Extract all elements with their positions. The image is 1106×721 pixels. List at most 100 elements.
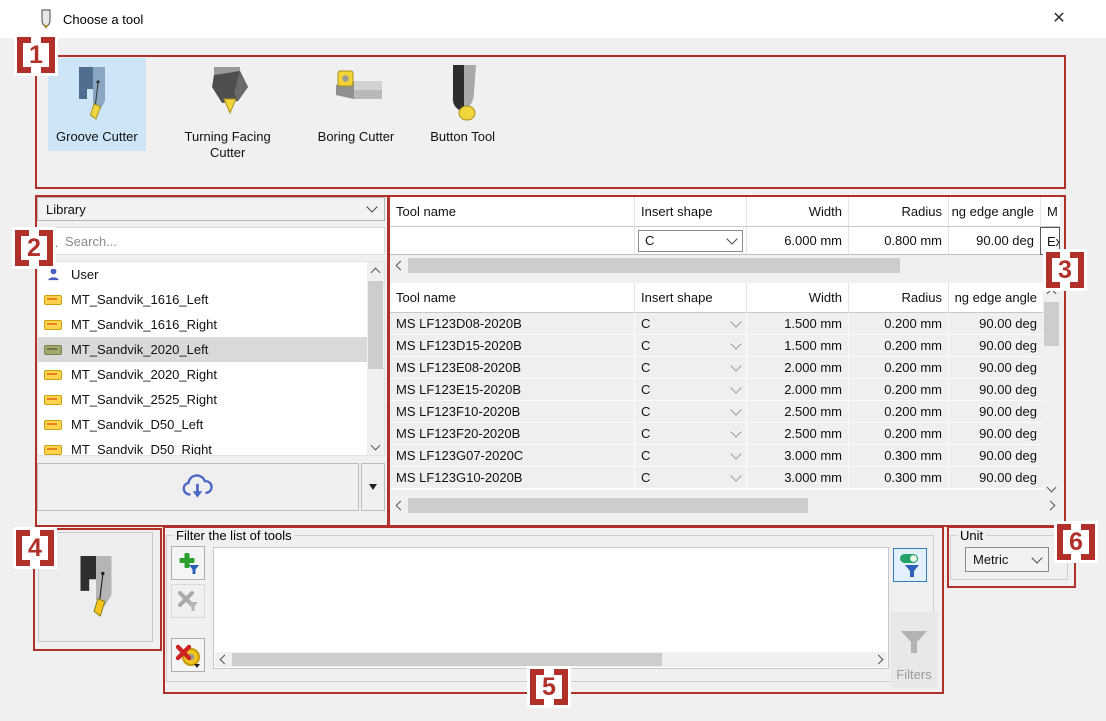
insert-shape-cell[interactable]: C [634, 445, 746, 467]
table-row[interactable]: MS LF123D15-2020B C 1.500 mm 0.200 mm 90… [390, 335, 1043, 357]
unit-combo[interactable]: Metric [965, 547, 1049, 572]
add-filter-button[interactable] [171, 546, 205, 580]
download-options-button[interactable] [361, 463, 385, 511]
insert-shape-combo[interactable]: C [638, 230, 743, 252]
table-row[interactable]: MS LF123E15-2020B C 2.000 mm 0.200 mm 90… [390, 379, 1043, 401]
tool-name-cell[interactable]: MS LF123G07-2020C [390, 445, 634, 467]
library-tree-item[interactable]: MT_Sandvik_1616_Right [38, 312, 384, 337]
scroll-up-icon[interactable] [367, 262, 384, 279]
tool-name-cell[interactable]: MS LF123F10-2020B [390, 401, 634, 423]
edge-angle-cell[interactable]: 90.00 deg [948, 335, 1043, 357]
radius-cell[interactable]: 0.200 mm [848, 401, 948, 423]
column-header[interactable]: Tool name [390, 283, 634, 313]
radius-cell[interactable]: 0.200 mm [848, 335, 948, 357]
table-row[interactable]: MS LF123G10-2020B C 3.000 mm 0.300 mm 90… [390, 467, 1043, 489]
filter-tool-name-cell[interactable] [390, 227, 634, 255]
filter-radius-cell[interactable]: 0.800 mm [848, 227, 948, 255]
scroll-up-icon[interactable] [1043, 283, 1060, 300]
filter-table-hscrollbar[interactable] [390, 257, 1060, 274]
radius-cell[interactable]: 0.200 mm [848, 357, 948, 379]
radius-cell[interactable]: 0.300 mm [848, 467, 948, 489]
insert-shape-cell[interactable]: C [634, 401, 746, 423]
library-tree-item[interactable]: MT_Sandvik_D50_Right [38, 437, 384, 456]
width-cell[interactable]: 2.000 mm [746, 379, 848, 401]
table-row[interactable]: MS LF123D08-2020B C 1.500 mm 0.200 mm 90… [390, 313, 1043, 335]
scroll-down-icon[interactable] [1043, 480, 1060, 497]
library-tree-item[interactable]: MT_Sandvik_2525_Right [38, 387, 384, 412]
width-cell[interactable]: 2.500 mm [746, 401, 848, 423]
column-header[interactable]: Tool name [390, 197, 634, 227]
radius-cell[interactable]: 0.200 mm [848, 313, 948, 335]
library-tree-item[interactable]: MT_Sandvik_2020_Right [38, 362, 384, 387]
tool-name-cell[interactable]: MS LF123E08-2020B [390, 357, 634, 379]
column-header[interactable]: Width [746, 283, 848, 313]
tools-table-vscrollbar[interactable] [1043, 283, 1060, 497]
column-header[interactable]: Radius [848, 197, 948, 227]
edge-angle-cell[interactable]: 90.00 deg [948, 379, 1043, 401]
edge-angle-cell[interactable]: 90.00 deg [948, 423, 1043, 445]
scroll-thumb[interactable] [1044, 302, 1059, 346]
table-row[interactable]: MS LF123G07-2020C C 3.000 mm 0.300 mm 90… [390, 445, 1043, 467]
tool-name-cell[interactable]: MS LF123D15-2020B [390, 335, 634, 357]
insert-shape-cell[interactable]: C [634, 379, 746, 401]
radius-cell[interactable]: 0.200 mm [848, 423, 948, 445]
insert-shape-cell[interactable]: C [634, 467, 746, 489]
width-cell[interactable]: 3.000 mm [746, 445, 848, 467]
scroll-down-icon[interactable] [367, 438, 384, 455]
library-tree-item[interactable]: MT_Sandvik_D50_Left [38, 412, 384, 437]
tool-type-boring-cutter[interactable]: Boring Cutter [310, 58, 403, 151]
width-cell[interactable]: 3.000 mm [746, 467, 848, 489]
scroll-thumb[interactable] [408, 498, 808, 513]
table-row[interactable]: MS LF123F10-2020B C 2.500 mm 0.200 mm 90… [390, 401, 1043, 423]
toggle-filter-button[interactable] [893, 548, 927, 582]
column-header[interactable]: Radius [848, 283, 948, 313]
filter-width-cell[interactable]: 6.000 mm [746, 227, 848, 255]
clear-filters-button[interactable] [171, 638, 205, 672]
width-cell[interactable]: 1.500 mm [746, 313, 848, 335]
close-icon[interactable]: ✕ [1042, 2, 1076, 34]
filters-list-hscrollbar[interactable] [215, 652, 887, 667]
column-header[interactable]: Width [746, 197, 848, 227]
filter-edge-angle-cell[interactable]: 90.00 deg [948, 227, 1040, 255]
tools-table-hscrollbar[interactable] [390, 497, 1060, 514]
tool-name-cell[interactable]: MS LF123D08-2020B [390, 313, 634, 335]
scroll-thumb[interactable] [368, 281, 383, 369]
edge-angle-cell[interactable]: 90.00 deg [948, 467, 1043, 489]
filter-mounting-cell[interactable]: Ext [1040, 227, 1060, 255]
insert-shape-cell[interactable]: C [634, 335, 746, 357]
edge-angle-cell[interactable]: 90.00 deg [948, 401, 1043, 423]
tool-type-groove-cutter[interactable]: Groove Cutter [48, 58, 146, 151]
insert-shape-cell[interactable]: C [634, 313, 746, 335]
tool-name-cell[interactable]: MS LF123E15-2020B [390, 379, 634, 401]
library-tree-item[interactable]: MT_Sandvik_2020_Left [38, 337, 384, 362]
remove-filter-button[interactable] [171, 584, 205, 618]
radius-cell[interactable]: 0.300 mm [848, 445, 948, 467]
search-input[interactable]: Search... [37, 227, 385, 255]
width-cell[interactable]: 2.500 mm [746, 423, 848, 445]
column-header[interactable]: ng edge angle [948, 283, 1043, 313]
column-header[interactable]: Insert shape [634, 283, 746, 313]
active-filters-list[interactable] [213, 547, 889, 669]
scroll-thumb[interactable] [232, 653, 662, 666]
edge-angle-cell[interactable]: 90.00 deg [948, 313, 1043, 335]
scroll-left-icon[interactable] [390, 257, 407, 274]
scroll-thumb[interactable] [408, 258, 900, 273]
download-library-button[interactable] [37, 463, 359, 511]
scroll-left-icon[interactable] [215, 652, 230, 667]
tool-name-cell[interactable]: MS LF123F20-2020B [390, 423, 634, 445]
tool-type-turning-facing-cutter[interactable]: Turning Facing Cutter [166, 58, 290, 168]
scroll-right-icon[interactable] [1043, 497, 1060, 514]
column-header[interactable]: M [1040, 197, 1060, 227]
scroll-left-icon[interactable] [390, 497, 407, 514]
tool-name-cell[interactable]: MS LF123G10-2020B [390, 467, 634, 489]
table-row[interactable]: MS LF123E08-2020B C 2.000 mm 0.200 mm 90… [390, 357, 1043, 379]
library-source-combo[interactable]: Library [37, 197, 385, 221]
column-header[interactable]: ng edge angle [948, 197, 1040, 227]
insert-shape-cell[interactable]: C [634, 357, 746, 379]
width-cell[interactable]: 1.500 mm [746, 335, 848, 357]
tree-scrollbar[interactable] [367, 262, 384, 455]
filters-button[interactable]: Filters [891, 612, 937, 688]
table-row[interactable]: MS LF123F20-2020B C 2.500 mm 0.200 mm 90… [390, 423, 1043, 445]
library-tree-item[interactable]: User [38, 262, 384, 287]
column-header[interactable]: Insert shape [634, 197, 746, 227]
